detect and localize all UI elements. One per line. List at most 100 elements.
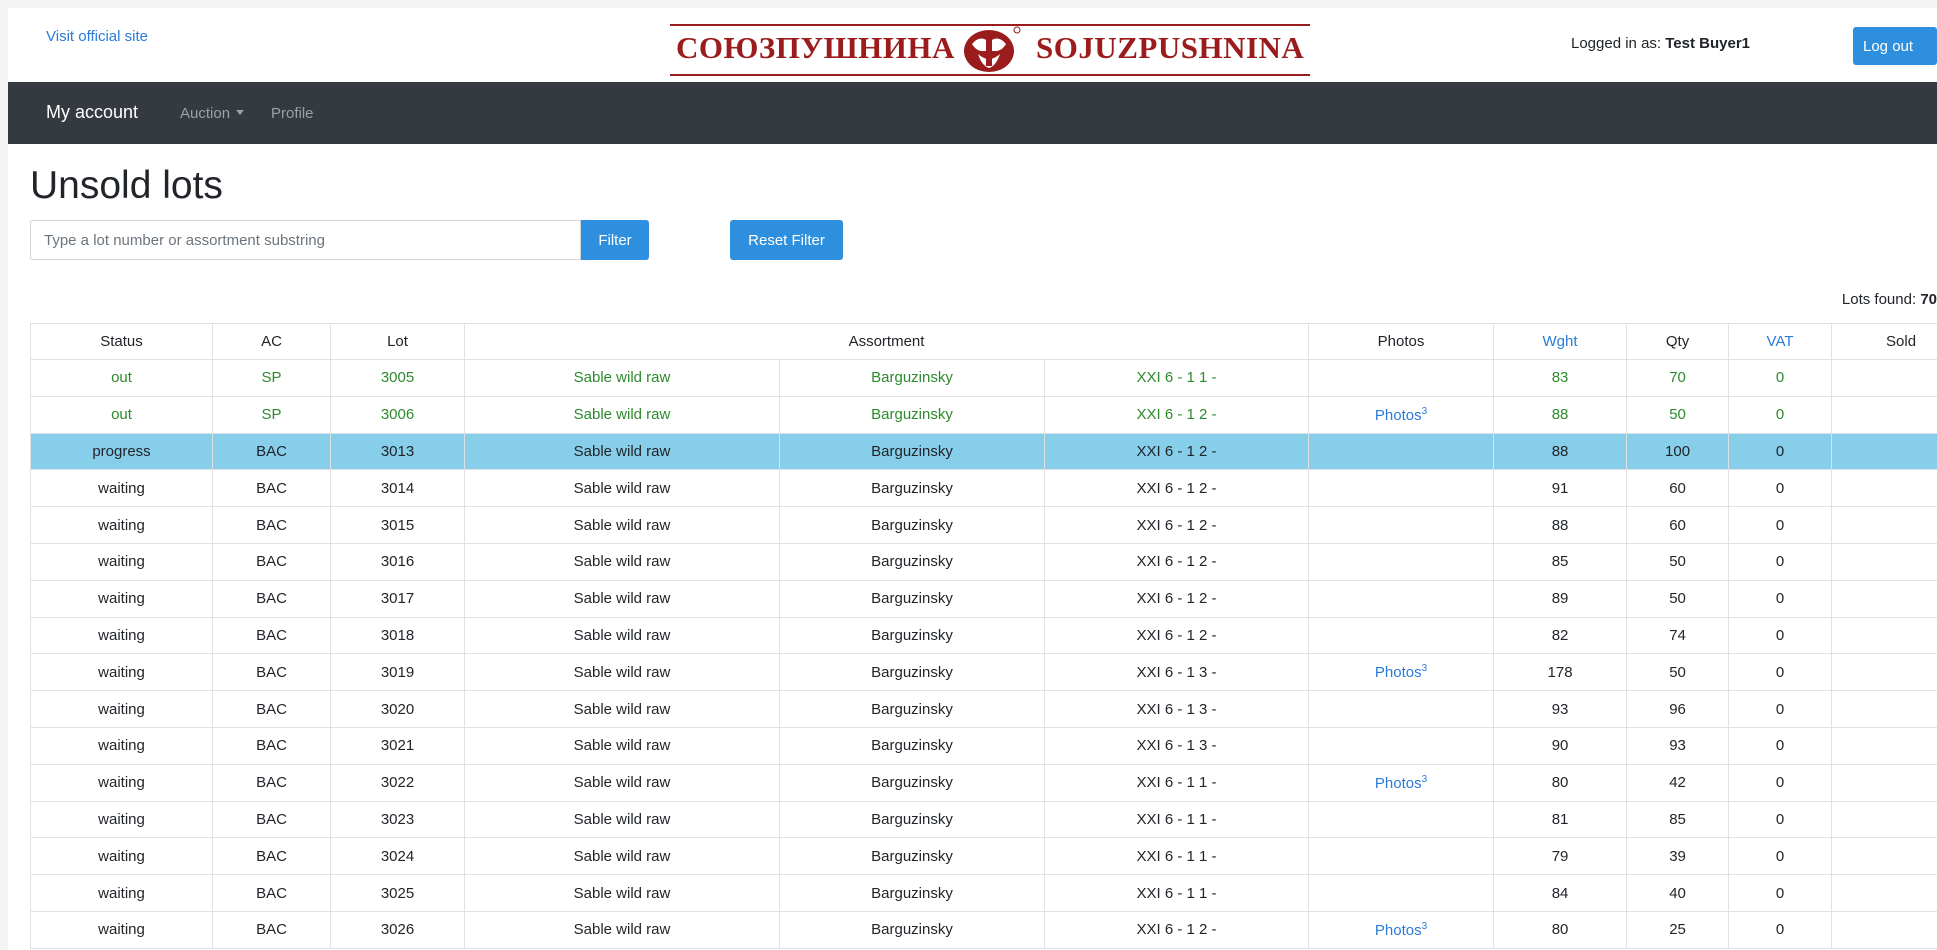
status-cell: waiting <box>30 579 213 618</box>
col-status-header[interactable]: Status <box>30 323 213 360</box>
photos-link[interactable]: Photos3 <box>1375 921 1427 939</box>
status-cell: waiting <box>30 910 213 949</box>
nav-my-account[interactable]: My account <box>46 102 138 123</box>
table-row[interactable]: waiting BAC 3024 Sable wild raw Barguzinsky X… <box>30 837 1937 876</box>
reset-filter-button[interactable]: Reset Filter <box>730 220 843 260</box>
logged-in-label: Logged in as: <box>1571 35 1666 52</box>
col-qty-header[interactable]: Qty <box>1626 323 1730 360</box>
logged-in-info: Logged in as: Test Buyer1 <box>1571 35 1750 52</box>
lot-search-input[interactable] <box>30 220 581 260</box>
assortment-breed-cell: Barguzinsky <box>779 800 1045 839</box>
assortment-grade-cell: XXI 6 - 1 2 - <box>1043 910 1310 949</box>
col-ac-header[interactable]: AC <box>212 323 331 360</box>
photos-link[interactable]: Photos3 <box>1374 663 1427 682</box>
photos-cell <box>1308 690 1495 728</box>
photos-link[interactable]: Photos3 <box>1375 773 1428 792</box>
qty-cell: 50 <box>1626 395 1730 434</box>
visit-official-site-link[interactable]: Visit official site <box>46 28 148 45</box>
ac-cell: BAC <box>212 910 331 949</box>
sold-cell <box>1831 763 1937 802</box>
assortment-grade-cell: XXI 6 - 1 2 - <box>1043 542 1310 581</box>
photos-link[interactable]: Photos3 <box>1374 406 1427 424</box>
assortment-type-cell: Sable wild raw <box>464 800 780 839</box>
ac-cell: BAC <box>212 432 331 471</box>
ac-cell: BAC <box>212 726 331 765</box>
lot-cell: 3017 <box>330 579 465 618</box>
lot-cell: 3022 <box>330 763 465 802</box>
status-cell: out <box>30 395 213 434</box>
sold-cell <box>1831 616 1937 655</box>
table-row[interactable]: progress BAC 3013 Sable wild raw Barguzinsky… <box>30 432 1937 471</box>
photos-count: 3 <box>1421 773 1428 785</box>
lot-cell: 3016 <box>330 542 465 581</box>
ac-cell: BAC <box>212 837 331 876</box>
qty-cell: 93 <box>1626 726 1730 765</box>
qty-cell: 25 <box>1626 910 1730 949</box>
logout-button[interactable]: Log out <box>1853 27 1937 65</box>
table-row[interactable]: waiting BAC 3026 Sable wild raw Barguzinsky X… <box>30 910 1937 949</box>
col-vat-header[interactable]: VAT <box>1728 323 1833 360</box>
table-row[interactable]: waiting BAC 3023 Sable wild raw Barguzinsky X… <box>30 800 1937 839</box>
table-row[interactable]: waiting BAC 3017 Sable wild raw Barguzinsky X… <box>30 579 1937 618</box>
assortment-type-cell: Sable wild raw <box>464 616 780 655</box>
table-row[interactable]: out SP 3005 Sable wild raw Barguzinsky XXI 6 … <box>30 359 1937 397</box>
vat-cell: 0 <box>1728 579 1833 618</box>
top-header: Visit official site СОЮЗПУШНИНА SOJUZPUS… <box>8 8 1937 82</box>
col-lot-header[interactable]: Lot <box>330 323 465 360</box>
page-title: Unsold lots <box>30 164 223 207</box>
ac-cell: SP <box>212 359 331 397</box>
assortment-breed-cell: Barguzinsky <box>779 395 1045 434</box>
vat-cell: 0 <box>1728 874 1833 912</box>
table-row[interactable]: waiting BAC 3022 Sable wild raw Barguzinsky X… <box>30 763 1937 802</box>
wght-cell: 85 <box>1493 542 1628 581</box>
col-photos-header[interactable]: Photos <box>1308 323 1495 360</box>
ac-cell: BAC <box>212 763 331 802</box>
ac-cell: BAC <box>212 690 331 728</box>
photos-link-label: Photos <box>1374 406 1422 424</box>
assortment-type-cell: Sable wild raw <box>464 469 780 508</box>
lot-cell: 3018 <box>330 616 465 655</box>
status-cell: waiting <box>30 506 213 544</box>
photos-link-label: Photos <box>1374 664 1422 682</box>
table-row[interactable]: waiting BAC 3016 Sable wild raw Barguzinsky X… <box>30 542 1937 581</box>
wght-cell: 80 <box>1493 763 1628 802</box>
qty-cell: 60 <box>1626 469 1730 508</box>
status-cell: waiting <box>30 653 213 692</box>
table-row[interactable]: waiting BAC 3020 Sable wild raw Barguzinsky X… <box>30 690 1937 728</box>
assortment-grade-cell: XXI 6 - 1 2 - <box>1043 579 1310 618</box>
wght-cell: 89 <box>1493 579 1628 618</box>
sold-cell <box>1831 910 1937 949</box>
nav-auction-dropdown[interactable]: Auction <box>180 105 245 122</box>
sold-cell <box>1831 469 1937 508</box>
table-row[interactable]: waiting BAC 3021 Sable wild raw Barguzinsky X… <box>30 726 1937 765</box>
status-cell: waiting <box>30 874 213 912</box>
table-row[interactable]: waiting BAC 3015 Sable wild raw Barguzinsky X… <box>30 506 1937 544</box>
assortment-grade-cell: XXI 6 - 1 1 - <box>1043 763 1310 802</box>
assortment-type-cell: Sable wild raw <box>464 432 780 471</box>
assortment-breed-cell: Barguzinsky <box>779 579 1045 618</box>
nav-profile[interactable]: Profile <box>271 105 314 122</box>
sold-cell <box>1831 726 1937 765</box>
ac-cell: BAC <box>212 542 331 581</box>
logo-bottom-rule <box>670 74 1310 76</box>
vat-cell: 0 <box>1728 653 1833 692</box>
ac-cell: BAC <box>212 616 331 655</box>
photos-cell <box>1308 579 1495 618</box>
ac-cell: SP <box>212 395 331 434</box>
table-row[interactable]: waiting BAC 3014 Sable wild raw Barguzinsky X… <box>30 469 1937 508</box>
assortment-grade-cell: XXI 6 - 1 2 - <box>1043 432 1310 471</box>
sold-cell <box>1831 653 1937 692</box>
table-row[interactable]: waiting BAC 3025 Sable wild raw Barguzinsky X… <box>30 874 1937 912</box>
qty-cell: 50 <box>1626 579 1730 618</box>
table-row[interactable]: out SP 3006 Sable wild raw Barguzinsky XXI 6 … <box>30 395 1937 434</box>
col-sold-header[interactable]: Sold <box>1831 323 1937 360</box>
col-assortment-header[interactable]: Assortment <box>463 323 1310 360</box>
assortment-grade-cell: XXI 6 - 1 2 - <box>1043 616 1310 655</box>
filter-button[interactable]: Filter <box>581 220 649 260</box>
table-row[interactable]: waiting BAC 3019 Sable wild raw Barguzinsky X… <box>30 653 1937 692</box>
qty-cell: 60 <box>1626 506 1730 544</box>
assortment-type-cell: Sable wild raw <box>464 726 780 765</box>
col-wght-header[interactable]: Wght <box>1493 323 1628 360</box>
qty-cell: 74 <box>1626 616 1730 655</box>
table-row[interactable]: waiting BAC 3018 Sable wild raw Barguzinsky X… <box>30 616 1937 655</box>
